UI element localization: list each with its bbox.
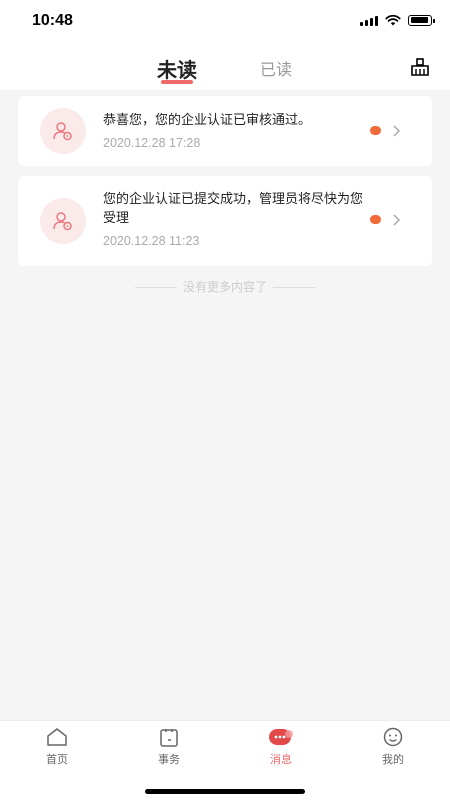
tabbar-item-profile[interactable]: 我的 <box>363 727 423 767</box>
user-check-icon <box>40 198 86 244</box>
tabbar-label: 消息 <box>270 753 292 766</box>
divider <box>273 287 315 288</box>
tabbar-item-home[interactable]: 首页 <box>27 727 87 767</box>
divider <box>134 287 177 288</box>
no-more-text: 没有更多内容了 <box>182 280 267 294</box>
message-item[interactable]: 您的企业认证已提交成功，管理员将尽快为您受理 2020.12.28 11:23 <box>18 176 432 266</box>
tabbar-label: 事务 <box>158 753 180 766</box>
chevron-right-icon <box>393 214 401 226</box>
unread-dot <box>370 215 381 224</box>
no-more-indicator: 没有更多内容了 <box>0 278 450 295</box>
tabbar-label: 我的 <box>382 753 404 766</box>
broom-icon[interactable] <box>410 58 430 76</box>
profile-icon <box>383 727 403 747</box>
tabbar-item-tasks[interactable]: 事务 <box>139 727 199 767</box>
user-check-icon <box>40 108 86 154</box>
home-indicator <box>145 789 305 794</box>
message-time: 2020.12.28 17:28 <box>103 136 201 150</box>
message-icon <box>269 729 293 745</box>
signal-icon <box>360 15 378 26</box>
tab-unread-label: 未读 <box>157 58 197 82</box>
unread-dot <box>370 126 381 135</box>
chevron-right-icon <box>393 125 401 137</box>
message-header: 未读 已读 <box>0 44 450 90</box>
battery-icon <box>408 14 435 26</box>
status-icons <box>360 14 435 26</box>
tab-read-label: 已读 <box>260 60 293 79</box>
message-time: 2020.12.28 11:23 <box>103 234 200 248</box>
home-icon <box>47 728 67 746</box>
status-bar: 10:48 <box>0 0 450 44</box>
tab-unread[interactable]: 未读 <box>157 54 197 84</box>
message-list: 恭喜您，您的企业认证已审核通过。 2020.12.28 17:28 您的企业认证… <box>18 96 432 276</box>
status-time: 10:48 <box>32 12 73 29</box>
tab-read[interactable]: 已读 <box>260 56 292 80</box>
active-tab-indicator <box>161 80 193 84</box>
task-icon <box>160 729 178 747</box>
wifi-icon <box>385 14 401 26</box>
message-item[interactable]: 恭喜您，您的企业认证已审核通过。 2020.12.28 17:28 <box>18 96 432 166</box>
tabbar-item-messages[interactable]: 消息 <box>251 727 311 767</box>
message-text: 您的企业认证已提交成功，管理员将尽快为您受理 <box>103 192 364 226</box>
tabbar-label: 首页 <box>46 753 68 766</box>
message-text: 恭喜您，您的企业认证已审核通过。 <box>103 113 312 128</box>
